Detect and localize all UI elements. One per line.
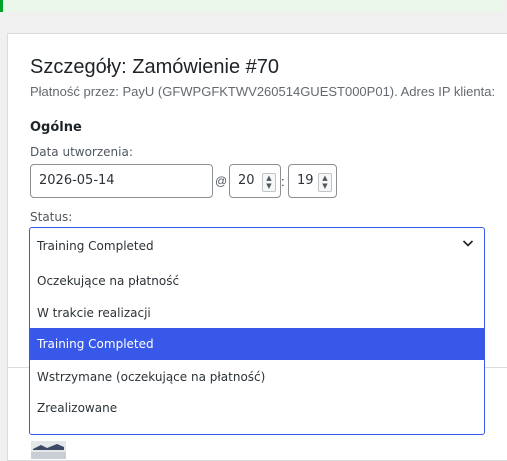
status-option[interactable]: Oczekujące na płatność xyxy=(30,265,484,297)
page-title: Szczegóły: Zamówienie #70 xyxy=(30,56,280,78)
spinner-up-icon: ▲ xyxy=(266,174,272,182)
date-created-label: Data utworzenia: xyxy=(30,145,133,159)
status-option[interactable]: W trakcie realizacji xyxy=(30,297,484,329)
payment-info: Płatność przez: PayU (GFWPGFKTWV260514GU… xyxy=(30,84,496,99)
status-option[interactable]: Zrealizowane xyxy=(30,392,484,424)
status-label: Status: xyxy=(30,210,73,224)
minute-spinner[interactable]: ▲ ▼ xyxy=(318,173,332,192)
status-option[interactable]: Anulowano xyxy=(30,424,484,434)
success-notice xyxy=(0,0,503,12)
hour-spinner[interactable]: ▲ ▼ xyxy=(262,173,276,192)
section-heading-general: Ogólne xyxy=(30,120,82,135)
minute-input[interactable]: 19 ▲ ▼ xyxy=(288,164,337,198)
time-colon: : xyxy=(281,174,285,189)
date-created-input[interactable]: 2026-05-14 xyxy=(30,164,213,198)
at-separator: @ xyxy=(215,174,228,188)
spinner-down-icon: ▼ xyxy=(322,182,328,190)
hour-input[interactable]: 20 ▲ ▼ xyxy=(229,164,281,198)
chevron-down-icon xyxy=(462,240,474,247)
status-current-value[interactable]: Training Completed xyxy=(30,228,484,260)
date-created-value: 2026-05-14 xyxy=(39,173,115,188)
product-thumbnail xyxy=(31,441,66,459)
spinner-down-icon: ▼ xyxy=(266,182,272,190)
hour-value: 20 xyxy=(238,173,255,188)
minute-value: 19 xyxy=(297,173,314,188)
status-option-selected[interactable]: Training Completed xyxy=(30,328,484,360)
status-option[interactable]: Wstrzymane (oczekujące na płatność) xyxy=(30,361,484,393)
status-select[interactable]: Training Completed Oczekujące na płatnoś… xyxy=(29,227,485,435)
spinner-up-icon: ▲ xyxy=(322,174,328,182)
